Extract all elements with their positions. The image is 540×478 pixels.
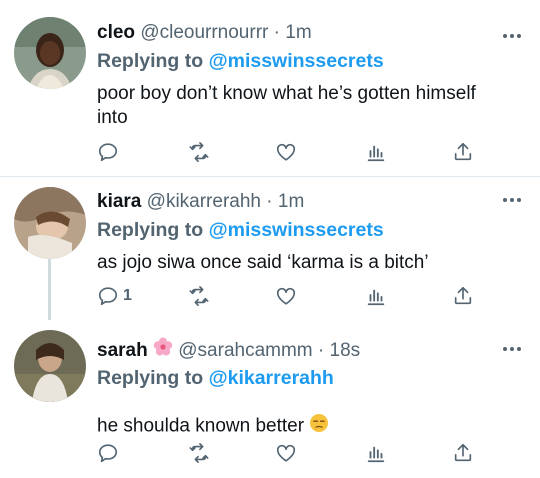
tweet-text: as jojo siwa once said ‘karma is a bitch… bbox=[97, 252, 429, 273]
analytics-button[interactable] bbox=[365, 438, 387, 468]
share-icon bbox=[454, 286, 472, 305]
user-handle[interactable]: @kikarrerahh bbox=[147, 191, 261, 212]
display-name[interactable]: cleo bbox=[97, 22, 135, 43]
analytics-icon bbox=[367, 289, 385, 306]
replying-to-label: Replying to bbox=[97, 50, 204, 72]
retweet-icon bbox=[189, 286, 209, 306]
avatar-sarah-image bbox=[14, 330, 86, 402]
more-icon[interactable] bbox=[500, 337, 524, 361]
reply-button[interactable]: 1 bbox=[97, 281, 132, 311]
analytics-button[interactable] bbox=[365, 137, 387, 167]
avatar[interactable] bbox=[14, 187, 86, 259]
action-bar: 1 bbox=[0, 281, 540, 311]
cherry-blossom-icon bbox=[153, 337, 173, 356]
unamused-face-emoji bbox=[309, 413, 329, 440]
reply-thread: cleo @cleourrnourrr · 1m Replying to @mi… bbox=[0, 0, 540, 478]
share-button[interactable] bbox=[452, 281, 474, 311]
tweet-text-container: he shoulda known better bbox=[97, 413, 524, 440]
cherry-blossom-emoji bbox=[153, 337, 173, 365]
unamused-face-icon bbox=[310, 414, 329, 432]
replying-to: Replying to @misswinssecrets bbox=[97, 48, 524, 74]
action-bar bbox=[0, 137, 540, 167]
mention-link[interactable]: @misswinssecrets bbox=[209, 50, 384, 72]
reply-button[interactable] bbox=[97, 137, 123, 167]
separator: · bbox=[273, 22, 280, 43]
tweet-sarah[interactable]: sarah @sarahcammm · 18s Replying to @kik… bbox=[0, 320, 540, 478]
like-button[interactable] bbox=[275, 438, 297, 468]
like-icon bbox=[276, 143, 296, 161]
share-button[interactable] bbox=[452, 137, 474, 167]
more-icon[interactable] bbox=[500, 24, 524, 48]
tweet-header: sarah @sarahcammm · 18s bbox=[97, 337, 524, 363]
like-button[interactable] bbox=[275, 137, 297, 167]
share-icon bbox=[454, 142, 472, 161]
reply-icon bbox=[98, 143, 118, 162]
replying-to: Replying to @kikarrerahh bbox=[97, 365, 524, 391]
replying-to: Replying to @misswinssecrets bbox=[97, 217, 524, 243]
timestamp[interactable]: 18s bbox=[330, 340, 361, 361]
tweet-text: he shoulda known better bbox=[97, 415, 305, 437]
retweet-icon bbox=[189, 443, 209, 463]
like-button[interactable] bbox=[275, 281, 297, 311]
tweet-kiara[interactable]: kiara @kikarrerahh · 1m Replying to @mis… bbox=[0, 177, 540, 320]
share-button[interactable] bbox=[452, 438, 474, 468]
replying-to-label: Replying to bbox=[97, 367, 204, 389]
display-name[interactable]: kiara bbox=[97, 191, 141, 212]
like-icon bbox=[276, 287, 296, 305]
retweet-button[interactable] bbox=[188, 281, 210, 311]
retweet-button[interactable] bbox=[188, 137, 210, 167]
timestamp[interactable]: 1m bbox=[278, 191, 304, 212]
tweet-header: cleo @cleourrnourrr · 1m bbox=[97, 20, 524, 46]
avatar[interactable] bbox=[14, 330, 86, 402]
action-bar bbox=[0, 438, 540, 468]
share-icon bbox=[454, 443, 472, 462]
tweet-text: poor boy don’t know what he’s gotten him… bbox=[97, 83, 476, 128]
analytics-icon bbox=[367, 145, 385, 162]
user-handle[interactable]: @cleourrnourrr bbox=[140, 22, 268, 43]
more-icon[interactable] bbox=[500, 188, 524, 212]
avatar-cleo-image bbox=[14, 17, 86, 89]
reply-icon bbox=[98, 444, 118, 463]
reply-count: 1 bbox=[123, 287, 132, 304]
mention-link[interactable]: @kikarrerahh bbox=[209, 367, 334, 389]
separator: · bbox=[266, 191, 273, 212]
avatar-kiara-image bbox=[14, 187, 86, 259]
tweet-cleo[interactable]: cleo @cleourrnourrr · 1m Replying to @mi… bbox=[0, 0, 540, 176]
display-name[interactable]: sarah bbox=[97, 340, 148, 361]
reply-button[interactable] bbox=[97, 438, 123, 468]
separator: · bbox=[317, 340, 325, 362]
analytics-button[interactable] bbox=[365, 281, 387, 311]
timestamp[interactable]: 1m bbox=[285, 22, 311, 43]
mention-link[interactable]: @misswinssecrets bbox=[209, 219, 384, 241]
retweet-button[interactable] bbox=[188, 438, 210, 468]
retweet-icon bbox=[189, 142, 209, 162]
user-handle[interactable]: @sarahcammm bbox=[178, 340, 312, 361]
like-icon bbox=[276, 444, 296, 462]
reply-icon bbox=[98, 287, 118, 306]
avatar[interactable] bbox=[14, 17, 86, 89]
analytics-icon bbox=[367, 446, 385, 463]
replying-to-label: Replying to bbox=[97, 219, 204, 241]
tweet-header: kiara @kikarrerahh · 1m bbox=[97, 189, 524, 215]
